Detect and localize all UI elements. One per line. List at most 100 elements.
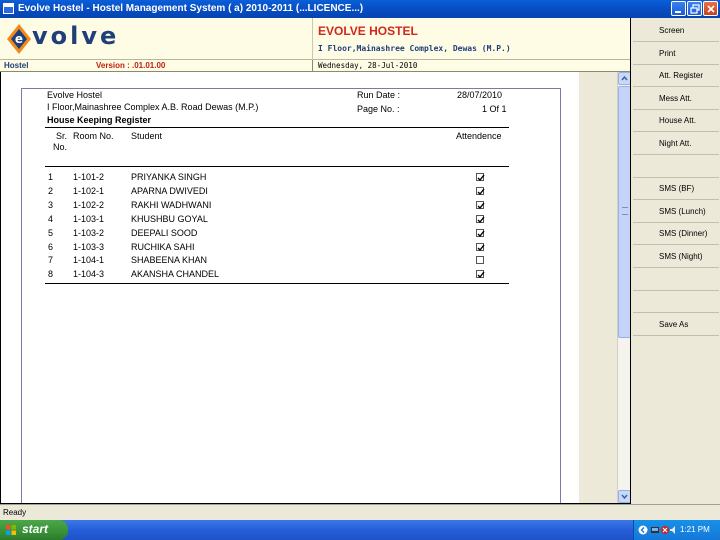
network-icon[interactable] [650, 525, 660, 535]
row-student-name: KHUSHBU GOYAL [131, 213, 208, 224]
row-room-no: 1-104-1 [73, 255, 105, 266]
svg-text:e: e [15, 32, 23, 46]
attendance-checkbox[interactable] [476, 228, 485, 237]
table-row: 1 1-101-2 PRIYANKA SINGH [22, 171, 542, 184]
attendance-checkbox[interactable] [476, 214, 485, 223]
attendance-checkbox[interactable] [476, 200, 485, 209]
current-date: Wednesday, 28-Jul-2010 [318, 61, 418, 70]
run-date-value: 28/07/2010 [457, 90, 503, 100]
sidebar-item-blank-11 [633, 269, 719, 291]
row-room-no: 1-103-3 [73, 241, 105, 252]
row-student-name: DEEPALI SOOD [131, 227, 198, 238]
start-label: start [22, 522, 49, 536]
table-row: 5 1-103-2 DEEPALI SOOD [22, 227, 542, 240]
table-row: 2 1-102-1 APARNA DWIVEDI [22, 185, 542, 198]
back-arrow-icon[interactable] [638, 525, 648, 535]
viewer-margin [579, 72, 617, 503]
evolve-logo: e volve [6, 22, 136, 56]
sidebar-item-sms-dinner[interactable]: SMS (Dinner) [633, 223, 719, 246]
hostel-address: I Floor,Mainashree Complex, Dewas (M.P.) [318, 44, 511, 53]
col-sr-line2: No. [53, 142, 68, 152]
row-student-name: RUCHIKA SAHI [131, 241, 195, 252]
action-panel: Screen Print Att. Register Mess Att. House A… [630, 18, 720, 504]
attendance-checkbox[interactable] [476, 173, 485, 182]
col-student: Student [131, 131, 163, 141]
module-label: Hostel [4, 61, 29, 70]
row-student-name: AKANSHA CHANDEL [131, 269, 220, 280]
info-strip: Hostel Version : .01.01.00 Wednesday, 28… [0, 60, 630, 72]
app-icon [3, 3, 14, 14]
page-no-label: Page No. : [357, 104, 400, 114]
checkmark-icon [477, 174, 485, 182]
sidebar-item-blank-6 [633, 156, 719, 178]
table-row: 3 1-102-2 RAKHI WADHWANI [22, 199, 542, 212]
table-row: 4 1-103-1 KHUSHBU GOYAL [22, 213, 542, 226]
row-room-no: 1-103-1 [73, 213, 105, 224]
sidebar-item-label: Print [659, 48, 676, 58]
clock[interactable]: 1:21 PM [680, 525, 710, 534]
row-room-no: 1-103-2 [73, 227, 105, 238]
report-viewer[interactable]: Evolve Hostel I Floor,Mainashree Complex… [0, 72, 631, 504]
sidebar-item-save-as[interactable]: Save As [633, 314, 719, 336]
header-bottom-rule [45, 166, 509, 167]
sidebar-item-label: Save As [659, 319, 689, 329]
app-header: e volve EVOLVE HOSTEL I Floor,Mainashree… [0, 18, 630, 60]
run-date-label: Run Date : [357, 90, 401, 100]
window-title: Evolve Hostel - Hostel Management System… [18, 3, 364, 14]
sidebar-item-print[interactable]: Print [633, 43, 719, 65]
sidebar-item-att-register[interactable]: Att. Register [633, 65, 719, 88]
col-room: Room No. [73, 131, 114, 141]
attendance-checkbox[interactable] [476, 186, 485, 195]
sidebar-item-label: Mess Att. [659, 93, 692, 103]
minimize-button[interactable] [671, 1, 686, 16]
restore-icon [690, 4, 700, 14]
close-button[interactable] [703, 1, 718, 16]
title-bar[interactable]: Evolve Hostel - Hostel Management System… [0, 0, 720, 18]
vertical-scrollbar[interactable] [617, 72, 631, 503]
taskbar: start 1:21 PM [0, 520, 720, 540]
row-student-name: SHABEENA KHAN [131, 255, 208, 266]
col-attendance: Attendence [456, 131, 502, 141]
col-sr-line1: Sr. [56, 131, 68, 141]
sidebar-item-sms-bf[interactable]: SMS (BF) [633, 178, 719, 201]
sidebar-item-screen[interactable]: Screen [633, 20, 719, 42]
version-label: Version : .01.01.00 [96, 61, 166, 70]
attendance-checkbox[interactable] [476, 256, 484, 265]
row-room-no: 1-104-3 [73, 269, 105, 280]
row-room-no: 1-101-2 [73, 172, 105, 182]
row-sr-no: 4 [48, 213, 54, 224]
sidebar-item-label: Screen [659, 26, 685, 35]
row-sr-no: 7 [48, 255, 54, 266]
restore-button[interactable] [687, 1, 702, 16]
sidebar-item-label: SMS (Dinner) [659, 229, 708, 239]
table-row: 8 1-104-3 AKANSHA CHANDEL [22, 268, 542, 281]
row-sr-no: 5 [48, 227, 54, 238]
page-no-value: 1 Of 1 [482, 104, 507, 114]
sidebar-item-house-att[interactable]: House Att. [633, 110, 719, 133]
row-student-name: RAKHI WADHWANI [131, 199, 212, 210]
sidebar-item-sms-night[interactable]: SMS (Night) [633, 246, 719, 268]
sidebar-item-label: SMS (BF) [659, 184, 695, 194]
attendance-checkbox[interactable] [476, 242, 485, 251]
close-icon [707, 5, 715, 13]
header-divider [312, 18, 313, 60]
sidebar-item-sms-lunch[interactable]: SMS (Lunch) [633, 201, 719, 223]
windows-flag-icon [6, 525, 16, 535]
report-page: Evolve Hostel I Floor,Mainashree Complex… [21, 88, 561, 503]
sidebar-item-mess-att[interactable]: Mess Att. [633, 88, 719, 110]
sidebar-item-label: Att. Register [659, 71, 704, 81]
checkmark-icon [477, 202, 485, 209]
volume-icon[interactable] [669, 525, 679, 535]
header-top-rule [45, 127, 509, 128]
row-room-no: 1-102-2 [73, 199, 105, 210]
start-button[interactable]: start [0, 520, 68, 540]
logo-text: volve [32, 22, 120, 50]
row-sr-no: 8 [48, 269, 54, 280]
sidebar-item-label: Night Att. [659, 139, 692, 148]
sidebar-item-night-att[interactable]: Night Att. [633, 133, 719, 155]
attendance-checkbox[interactable] [476, 270, 485, 279]
sidebar-item-label: SMS (Night) [659, 252, 703, 261]
checkmark-icon [477, 271, 485, 279]
table-row: 7 1-104-1 SHABEENA KHAN [22, 254, 542, 267]
row-sr-no: 6 [48, 241, 54, 252]
